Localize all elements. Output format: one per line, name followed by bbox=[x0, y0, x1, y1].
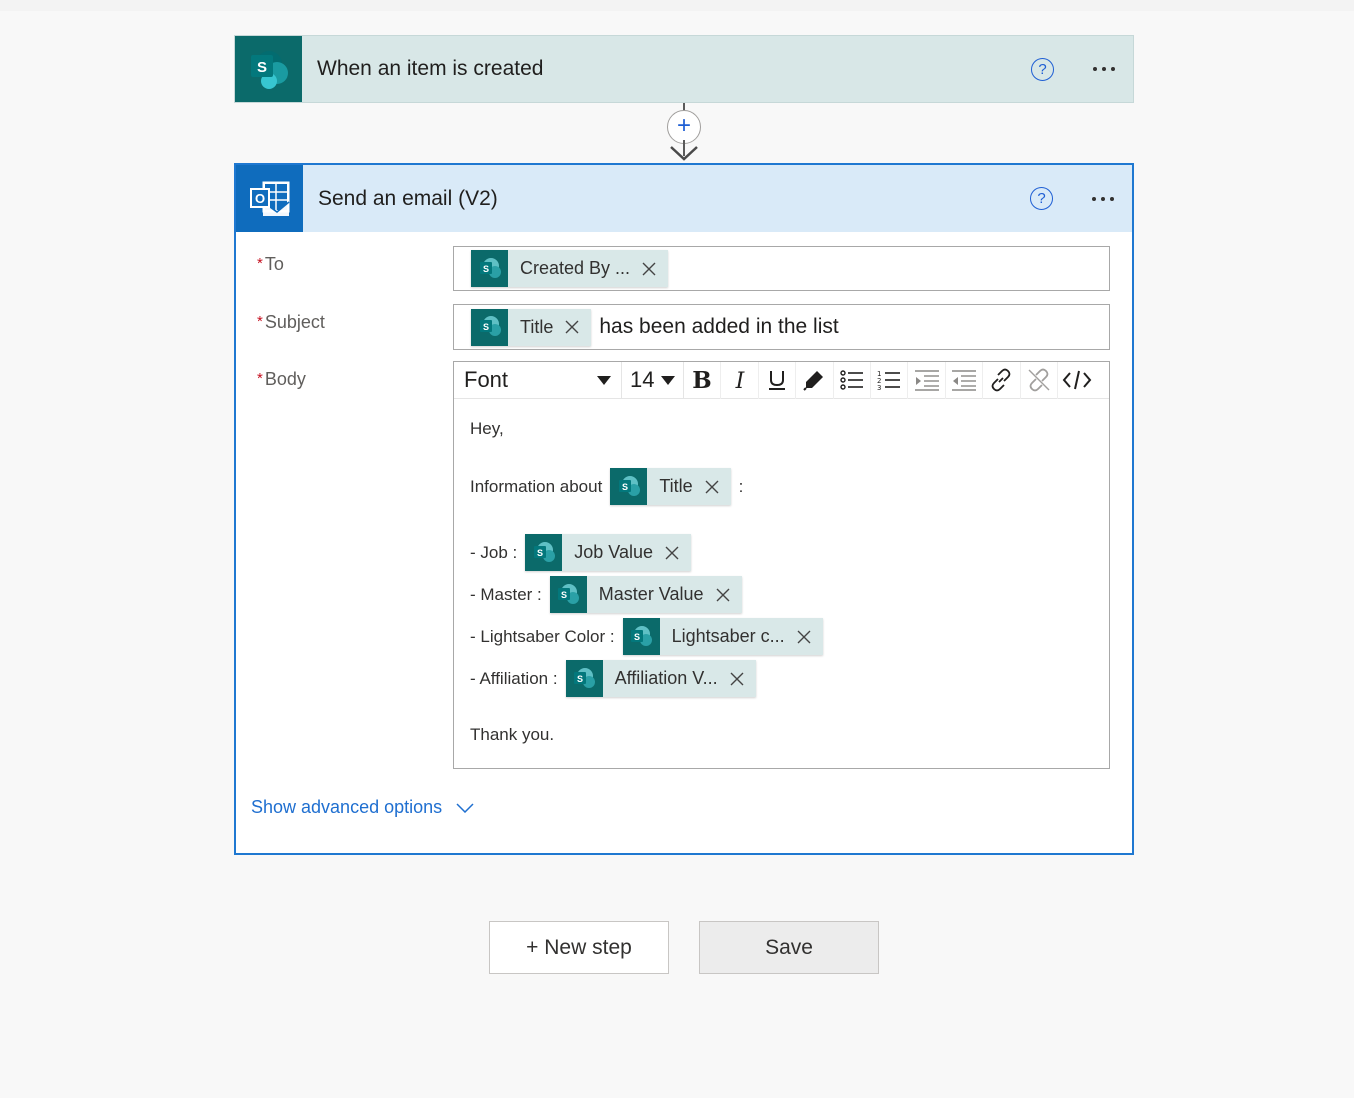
subject-field[interactable]: S Title has been added in the list bbox=[453, 304, 1110, 350]
trigger-card[interactable]: S When an item is created ? bbox=[234, 35, 1134, 103]
svg-text:S: S bbox=[561, 590, 567, 600]
dynamic-token[interactable]: S Title bbox=[610, 468, 731, 505]
svg-text:S: S bbox=[577, 674, 583, 684]
dynamic-token[interactable]: S Title bbox=[471, 308, 592, 346]
greeting-line: Hey, bbox=[470, 419, 504, 438]
affiliation-line: - Affiliation : S Affiliation V... bbox=[470, 660, 756, 697]
font-select[interactable]: Font bbox=[454, 361, 622, 399]
dynamic-token[interactable]: S Created By ... bbox=[471, 250, 669, 287]
caret-down-icon bbox=[597, 375, 611, 385]
to-field[interactable]: S Created By ... bbox=[453, 246, 1110, 291]
svg-text:S: S bbox=[537, 548, 543, 558]
svg-text:S: S bbox=[622, 482, 628, 492]
svg-text:S: S bbox=[482, 322, 488, 332]
font-size-select[interactable]: 14 bbox=[622, 361, 684, 399]
sharepoint-icon: S bbox=[471, 250, 508, 287]
new-step-button[interactable]: + New step bbox=[489, 921, 669, 974]
rich-text-toolbar: Font 14 B I 123 bbox=[454, 361, 1109, 399]
sharepoint-icon: S bbox=[610, 468, 648, 505]
help-icon[interactable]: ? bbox=[1031, 57, 1054, 81]
dynamic-token[interactable]: S Affiliation V... bbox=[565, 660, 756, 697]
link-icon[interactable] bbox=[983, 361, 1021, 399]
dynamic-token[interactable]: S Job Value bbox=[525, 534, 691, 571]
more-options-icon[interactable] bbox=[1092, 191, 1114, 207]
bullet-list-icon[interactable] bbox=[834, 361, 871, 399]
svg-text:S: S bbox=[634, 632, 640, 642]
svg-text:I: I bbox=[734, 369, 745, 391]
action-header[interactable]: O Send an email (V2) ? bbox=[236, 165, 1132, 232]
svg-text:S: S bbox=[256, 59, 266, 76]
chevron-down-icon bbox=[456, 802, 474, 813]
arrow-down-icon bbox=[670, 146, 698, 161]
sharepoint-icon: S bbox=[565, 660, 603, 697]
sharepoint-icon: S bbox=[622, 618, 660, 655]
remove-token-icon[interactable] bbox=[797, 630, 811, 644]
job-line: - Job : S Job Value bbox=[470, 534, 691, 571]
subject-text: has been added in the list bbox=[599, 315, 839, 338]
insert-step-button[interactable]: + bbox=[667, 110, 701, 144]
caret-down-icon bbox=[661, 375, 675, 385]
svg-text:O: O bbox=[254, 191, 264, 206]
master-line: - Master : S Master Value bbox=[470, 576, 742, 613]
lightsaber-line: - Lightsaber Color : S Lightsaber c... bbox=[470, 618, 823, 655]
trigger-title: When an item is created bbox=[317, 57, 544, 80]
svg-text:3: 3 bbox=[877, 384, 881, 391]
svg-text:B: B bbox=[692, 369, 711, 391]
remove-token-icon[interactable] bbox=[665, 546, 679, 560]
decrease-indent-icon[interactable] bbox=[908, 361, 946, 399]
remove-token-icon[interactable] bbox=[730, 672, 744, 686]
to-label: * To bbox=[257, 254, 284, 274]
underline-icon[interactable] bbox=[759, 361, 797, 399]
info-line: Information about S Title : bbox=[470, 468, 743, 505]
remove-token-icon[interactable] bbox=[705, 480, 719, 494]
remove-token-icon[interactable] bbox=[716, 588, 730, 602]
code-view-icon[interactable] bbox=[1058, 362, 1095, 399]
sharepoint-icon: S bbox=[235, 36, 302, 102]
save-button[interactable]: Save bbox=[699, 921, 879, 974]
svg-text:S: S bbox=[482, 264, 488, 274]
send-email-card[interactable]: O Send an email (V2) ? * To S Created By … bbox=[234, 163, 1134, 855]
closing-line: Thank you. bbox=[470, 725, 555, 744]
sharepoint-icon: S bbox=[471, 308, 508, 346]
action-title: Send an email (V2) bbox=[318, 186, 498, 210]
highlight-icon[interactable] bbox=[796, 361, 834, 399]
body-label: * Body bbox=[257, 369, 306, 389]
top-strip bbox=[0, 0, 1354, 11]
dynamic-token[interactable]: S Lightsaber c... bbox=[622, 618, 823, 655]
outlook-icon: O bbox=[236, 165, 303, 232]
sharepoint-icon: S bbox=[549, 576, 587, 613]
remove-token-icon[interactable] bbox=[565, 320, 579, 334]
unlink-icon[interactable] bbox=[1021, 361, 1058, 399]
sharepoint-icon: S bbox=[525, 534, 563, 571]
dynamic-token[interactable]: S Master Value bbox=[549, 576, 742, 613]
remove-token-icon[interactable] bbox=[642, 262, 656, 276]
bold-icon[interactable]: B bbox=[684, 361, 722, 399]
more-options-icon[interactable] bbox=[1093, 61, 1115, 77]
numbered-list-icon[interactable]: 123 bbox=[871, 361, 909, 399]
show-advanced-options-link[interactable]: Show advanced options bbox=[251, 797, 474, 818]
body-editor[interactable]: Font 14 B I 123 Hey, Information about S… bbox=[453, 361, 1110, 769]
help-icon[interactable]: ? bbox=[1030, 187, 1053, 210]
italic-icon[interactable]: I bbox=[721, 361, 759, 399]
increase-indent-icon[interactable] bbox=[946, 361, 984, 399]
subject-label: * Subject bbox=[257, 312, 325, 332]
